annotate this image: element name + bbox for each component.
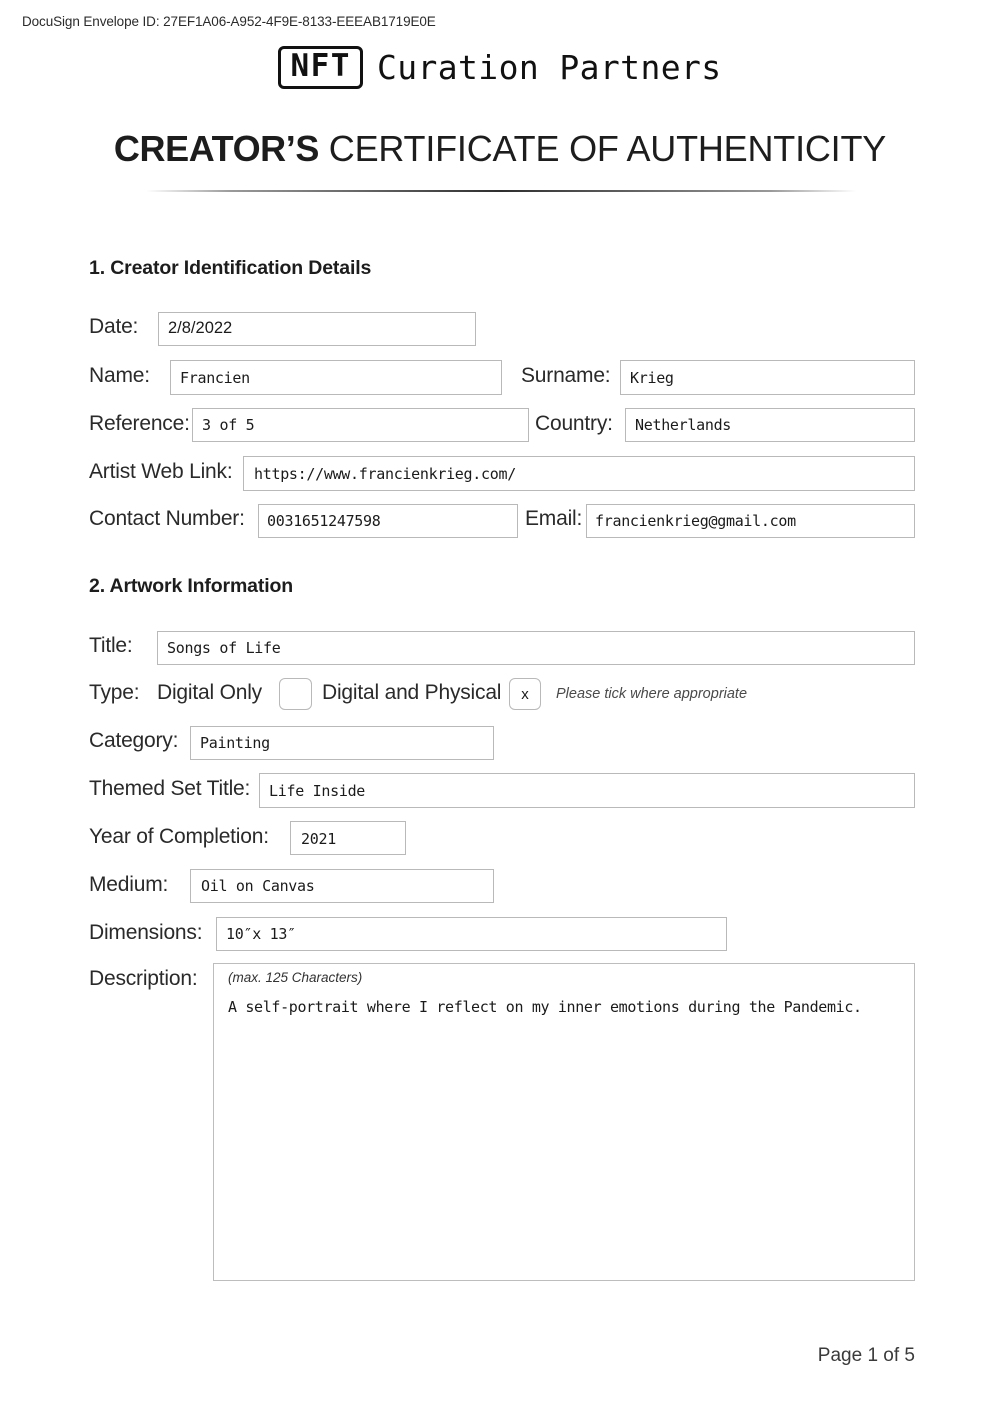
type-option-digital-and-physical-label: Digital and Physical bbox=[322, 681, 502, 704]
description-label: Description: bbox=[89, 967, 198, 990]
contact-number-label: Contact Number: bbox=[89, 507, 245, 530]
type-option-digital-only-label: Digital Only bbox=[157, 681, 262, 704]
artwork-title-label: Title: bbox=[89, 634, 133, 657]
year-of-completion-label: Year of Completion: bbox=[89, 825, 269, 848]
surname-label: Surname: bbox=[521, 364, 611, 387]
surname-value: Krieg bbox=[630, 369, 674, 387]
date-label: Date: bbox=[89, 315, 139, 338]
date-value: 2/8/2022 bbox=[168, 319, 233, 337]
certificate-page: DocuSign Envelope ID: 27EF1A06-A952-4F9E… bbox=[0, 0, 1000, 1414]
page-title: CREATOR’S CERTIFICATE OF AUTHENTICITY bbox=[0, 128, 1000, 170]
type-checkbox-digital-and-physical[interactable]: x bbox=[509, 678, 541, 710]
category-label: Category: bbox=[89, 729, 179, 752]
name-label: Name: bbox=[89, 364, 150, 387]
artist-web-link-label: Artist Web Link: bbox=[89, 460, 233, 483]
name-value: Francien bbox=[180, 369, 250, 387]
reference-value: 3 of 5 bbox=[202, 416, 255, 434]
country-value: Netherlands bbox=[635, 416, 732, 434]
section-heading-creator-identification: 1. Creator Identification Details bbox=[89, 257, 372, 279]
type-label: Type: bbox=[89, 681, 140, 704]
page-indicator: Page 1 of 5 bbox=[817, 1345, 915, 1366]
medium-value: Oil on Canvas bbox=[201, 877, 315, 895]
dimensions-value: 10″x 13″ bbox=[226, 925, 296, 943]
title-divider bbox=[146, 190, 856, 192]
themed-set-title-value: Life Inside bbox=[269, 782, 366, 800]
country-label: Country: bbox=[535, 412, 613, 435]
medium-label: Medium: bbox=[89, 873, 169, 896]
nft-logo-mark: NFT bbox=[278, 46, 363, 90]
email-value: francienkrieg@gmail.com bbox=[595, 512, 796, 530]
dimensions-label: Dimensions: bbox=[89, 921, 203, 944]
reference-label: Reference: bbox=[89, 412, 190, 435]
artist-web-link-value: https://www.francienkrieg.com/ bbox=[254, 465, 516, 483]
artwork-title-value: Songs of Life bbox=[167, 639, 281, 657]
brand-logo: NFT Curation Partners bbox=[0, 46, 1000, 90]
category-value: Painting bbox=[200, 734, 270, 752]
themed-set-title-label: Themed Set Title: bbox=[89, 777, 251, 800]
year-of-completion-value: 2021 bbox=[301, 830, 336, 848]
page-title-rest: CERTIFICATE OF AUTHENTICITY bbox=[328, 128, 887, 169]
description-value: A self-portrait where I reflect on my in… bbox=[228, 998, 862, 1016]
contact-number-value: 0031651247598 bbox=[267, 512, 381, 530]
page-title-emphasis: CREATOR’S bbox=[113, 128, 319, 169]
brand-name-text: Curation Partners bbox=[376, 48, 722, 88]
type-checkbox-digital-only[interactable] bbox=[279, 678, 312, 710]
description-hint: (max. 125 Characters) bbox=[228, 970, 363, 985]
section-heading-artwork-information: 2. Artwork Information bbox=[89, 575, 293, 597]
email-label: Email: bbox=[525, 507, 583, 530]
type-tick-hint: Please tick where appropriate bbox=[556, 686, 748, 702]
docusign-envelope-id: DocuSign Envelope ID: 27EF1A06-A952-4F9E… bbox=[22, 14, 436, 29]
